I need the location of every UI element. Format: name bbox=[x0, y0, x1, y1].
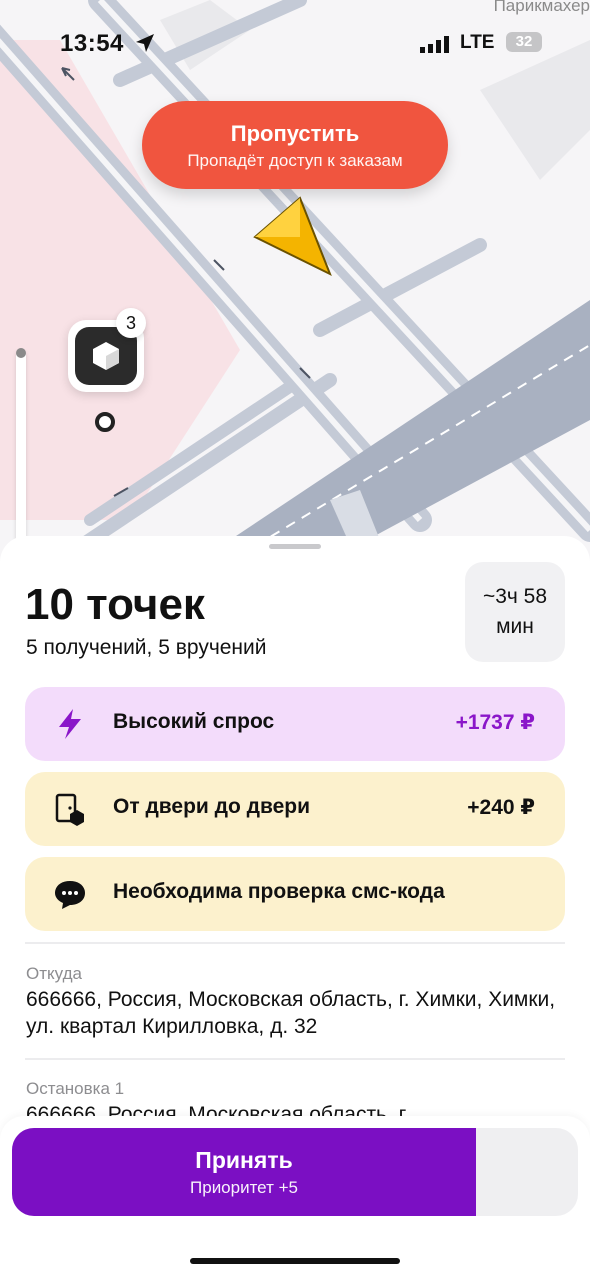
from-address[interactable]: 666666, Россия, Московская область, г. Х… bbox=[26, 986, 566, 1040]
door-to-door-bonus: +240 ₽ bbox=[467, 796, 535, 819]
duration-badge: ~3ч 58 мин bbox=[465, 562, 565, 662]
points-breakdown: 5 получений, 5 вручений bbox=[26, 636, 267, 659]
skip-button[interactable]: Пропустить Пропадёт доступ к заказам bbox=[142, 101, 448, 189]
points-count-title: 10 точек bbox=[25, 580, 205, 629]
pin-location-dot bbox=[95, 412, 115, 432]
phone-screen: Парикмахер 13:54 LTE 32 Пропустить Пропа… bbox=[0, 0, 590, 1280]
status-time: 13:54 bbox=[60, 30, 124, 57]
accept-button-track[interactable]: Принять Приоритет +5 bbox=[12, 1128, 578, 1216]
high-demand-label: Высокий спрос bbox=[113, 710, 275, 733]
home-indicator[interactable] bbox=[190, 1258, 400, 1264]
skip-button-subtitle: Пропадёт доступ к заказам bbox=[187, 151, 403, 170]
accept-button-subtitle: Приоритет +5 bbox=[190, 1178, 298, 1197]
map-view[interactable]: Парикмахер 13:54 LTE 32 Пропустить Пропа… bbox=[0, 0, 590, 560]
accept-button[interactable]: Принять Приоритет +5 bbox=[12, 1128, 476, 1216]
zoom-slider[interactable] bbox=[16, 350, 26, 550]
sms-check-label: Необходима проверка смс-кода bbox=[113, 880, 445, 903]
duration-line2: мин bbox=[496, 615, 534, 638]
door-box-icon bbox=[53, 792, 87, 826]
lightning-icon bbox=[53, 707, 87, 741]
divider bbox=[25, 1058, 565, 1060]
high-demand-card: Высокий спрос +1737 ₽ bbox=[25, 687, 565, 761]
chat-bubble-icon bbox=[53, 877, 87, 911]
skip-button-title: Пропустить bbox=[230, 121, 360, 146]
battery-indicator: 32 bbox=[506, 32, 542, 52]
zoom-slider-handle[interactable] bbox=[16, 348, 26, 358]
sheet-grabber[interactable] bbox=[269, 544, 321, 549]
door-to-door-label: От двери до двери bbox=[113, 795, 311, 818]
sms-check-card: Необходима проверка смс-кода bbox=[25, 857, 565, 931]
stop1-label: Остановка 1 bbox=[26, 1079, 125, 1098]
door-to-door-card: От двери до двери +240 ₽ bbox=[25, 772, 565, 846]
high-demand-bonus: +1737 ₽ bbox=[455, 711, 535, 734]
poi-label: Парикмахер bbox=[493, 0, 590, 15]
network-type: LTE bbox=[460, 32, 495, 53]
duration-line1: ~3ч 58 bbox=[482, 585, 548, 608]
status-bar: 13:54 LTE 32 bbox=[0, 28, 590, 64]
pin-count-badge: 3 bbox=[116, 308, 146, 338]
divider bbox=[25, 942, 565, 944]
accept-button-title: Принять bbox=[195, 1147, 293, 1173]
from-label: Откуда bbox=[26, 964, 82, 983]
map-roads bbox=[0, 0, 590, 560]
bottom-action-bar: Принять Приоритет +5 bbox=[0, 1116, 590, 1280]
